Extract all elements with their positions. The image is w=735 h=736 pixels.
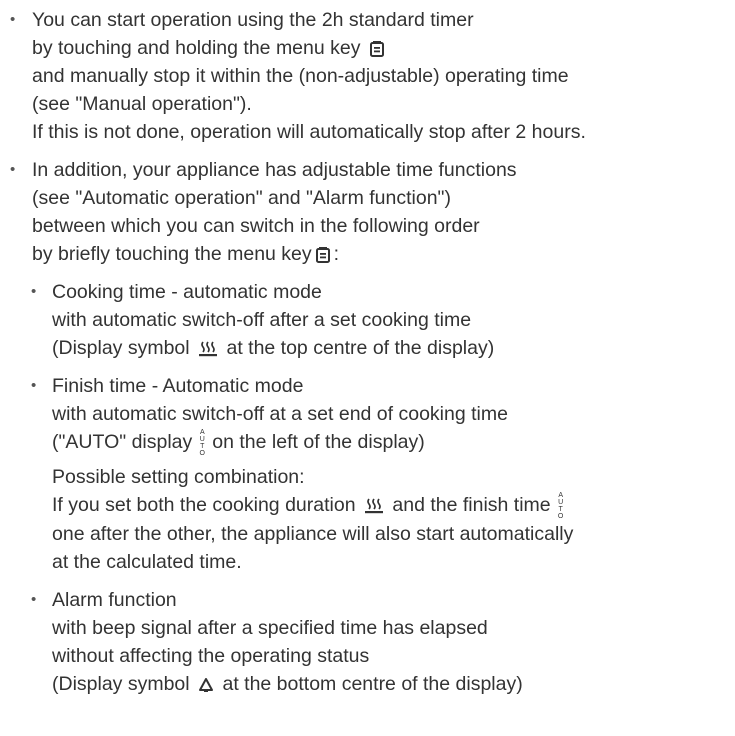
text-fragment: (Display symbol	[52, 337, 190, 359]
sub-item-finish-time: • Finish time - Automatic mode with auto…	[0, 372, 735, 576]
text-line: by briefly touching the menu key:	[32, 240, 735, 268]
text-fragment: (Display symbol	[52, 672, 190, 695]
text-line: (see "Manual operation").	[32, 93, 252, 115]
text-line: Alarm function	[52, 588, 177, 611]
text-fragment: by touching and holding the menu key	[32, 37, 361, 59]
text-fragment: If you set both the cooking duration	[52, 493, 356, 516]
text-fragment: by briefly touching the menu key	[32, 243, 312, 265]
text-line: (Display symbol at the bottom centre of …	[52, 670, 735, 698]
steam-pot-icon	[364, 498, 383, 513]
text-line: with automatic switch-off after a set co…	[52, 309, 472, 331]
list-item-adjustable-functions: • In addition, your appliance has adjust…	[0, 156, 735, 268]
bullet: •	[10, 11, 16, 28]
text-fragment: at the top centre of the display)	[226, 337, 495, 359]
text-line: at the calculated time.	[52, 550, 242, 573]
menu-key-icon	[369, 40, 384, 57]
bullet: •	[10, 161, 16, 178]
text-line: (Display symbol at the top centre of the…	[52, 334, 735, 362]
text-line: Cooking time - automatic mode	[52, 281, 322, 303]
text-line: one after the other, the appliance will …	[52, 522, 574, 545]
text-line: with automatic switch-off at a set end o…	[52, 403, 508, 425]
text-fragment: :	[333, 243, 340, 265]
text-fragment: and the finish time	[392, 493, 551, 516]
text-line: and manually stop it within the (non-adj…	[32, 65, 569, 87]
text-line: Possible setting combination:	[52, 465, 305, 488]
text-line: You can start operation using the 2h sta…	[32, 9, 474, 31]
bell-icon	[199, 677, 214, 692]
sub-item-alarm-function: • Alarm function with beep signal after …	[0, 586, 735, 698]
text-fragment: ("AUTO" display	[52, 431, 193, 453]
menu-key-icon	[315, 246, 330, 263]
text-line: If this is not done, operation will auto…	[32, 121, 586, 143]
text-line: If you set both the cooking duration and…	[52, 491, 735, 520]
text-line: Finish time - Automatic mode	[52, 375, 304, 397]
list-item-standard-timer: • You can start operation using the 2h s…	[0, 6, 735, 146]
bullet: •	[31, 283, 37, 300]
instruction-document: • You can start operation using the 2h s…	[0, 0, 735, 698]
text-fragment: at the bottom centre of the display)	[222, 672, 523, 695]
bullet: •	[31, 377, 37, 394]
text-line: without affecting the operating status	[52, 644, 370, 667]
auto-icon: AUTO	[199, 428, 205, 457]
text-line: (see "Automatic operation" and "Alarm fu…	[32, 187, 451, 209]
text-line: with beep signal after a specified time …	[52, 616, 488, 639]
sub-item-cooking-time: • Cooking time - automatic mode with aut…	[0, 278, 735, 362]
auto-icon: AUTO	[557, 491, 564, 520]
bullet: •	[31, 590, 37, 608]
text-line: between which you can switch in the foll…	[32, 215, 480, 237]
text-line: In addition, your appliance has adjustab…	[32, 159, 517, 181]
text-line: by touching and holding the menu key	[32, 34, 735, 62]
text-line: ("AUTO" display A U T O on the left of the di…	[52, 428, 735, 457]
text-fragment: on the left of the display)	[212, 431, 425, 453]
steam-pot-icon	[199, 341, 218, 357]
